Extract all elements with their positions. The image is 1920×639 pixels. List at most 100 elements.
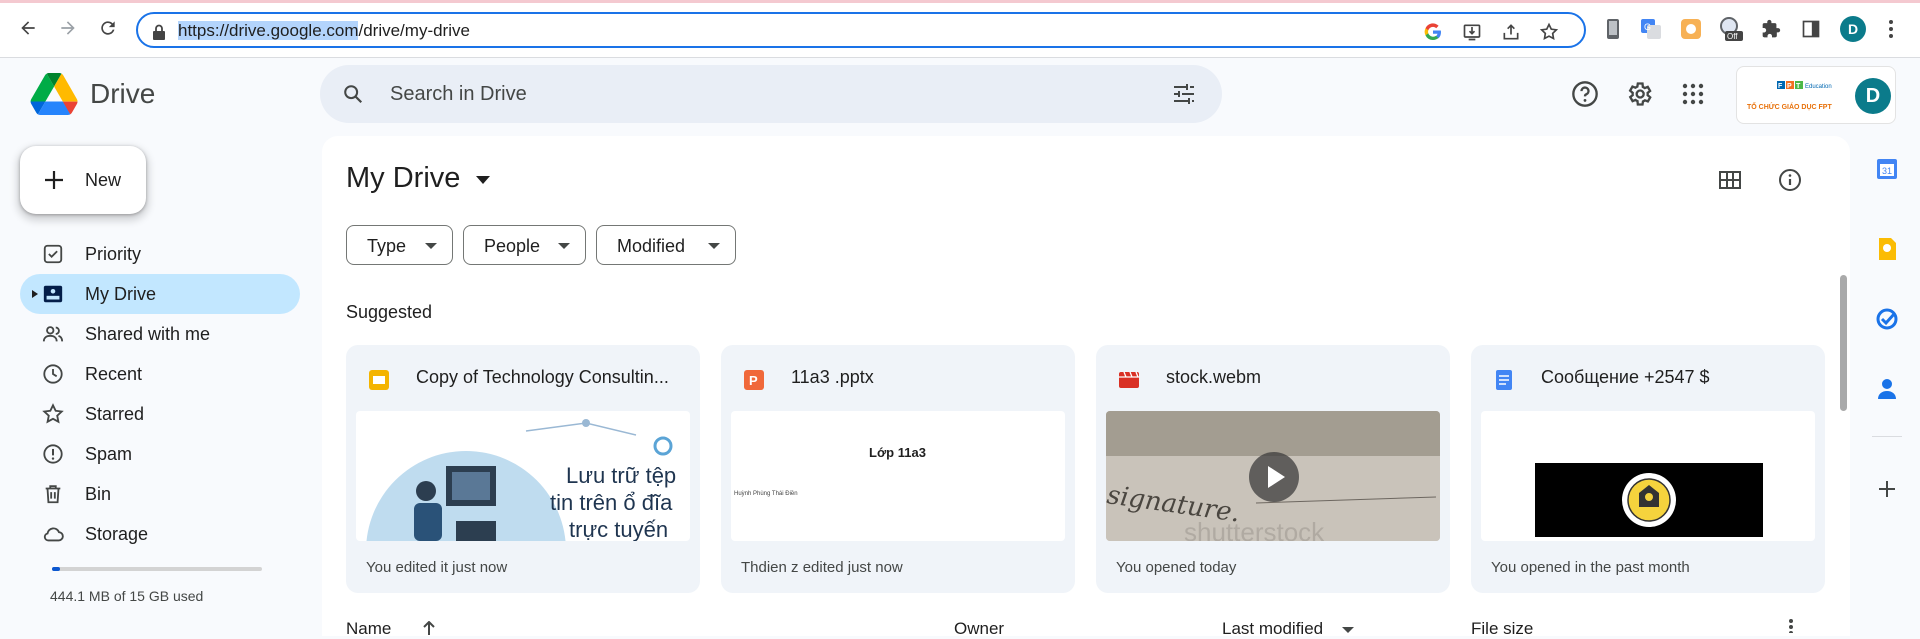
page-title[interactable]: My Drive (346, 162, 460, 195)
settings-gear-icon[interactable] (1623, 78, 1655, 110)
file-thumbnail (1481, 411, 1815, 541)
sidebar-item-starred[interactable]: Starred (20, 394, 300, 434)
sidebar-item-label: Starred (85, 404, 145, 424)
browser-profile-avatar[interactable]: D (1840, 16, 1866, 42)
search-bar[interactable]: Search in Drive (320, 65, 1222, 123)
my-drive-icon (43, 285, 63, 303)
svg-text:P: P (1787, 83, 1792, 90)
suggested-file-card[interactable]: Сообщение +2547 $ You opened in the past… (1471, 345, 1825, 593)
sidebar-item-my-drive[interactable]: My Drive (20, 274, 300, 314)
sidebar-item-priority[interactable]: Priority (20, 234, 300, 274)
browser-toolbar: https://drive.google.com/drive/my-drive … (0, 0, 1920, 58)
storage-progress-bar (52, 567, 262, 571)
svg-text:31: 31 (1882, 166, 1892, 176)
svg-text:G: G (1644, 22, 1651, 32)
sidebar-item-bin[interactable]: Bin (20, 474, 300, 514)
suggested-heading: Suggested (346, 302, 433, 322)
column-name-header[interactable]: Name (346, 619, 391, 639)
keep-icon[interactable] (1874, 236, 1900, 262)
apps-grid-icon[interactable] (1677, 78, 1709, 110)
extension-off-icon[interactable]: Off (1718, 16, 1744, 42)
sidebar-item-storage[interactable]: Storage (20, 514, 300, 554)
svg-text:Huỳnh Phùng Thái Điền: Huỳnh Phùng Thái Điền (734, 491, 798, 497)
new-button[interactable]: New (20, 146, 146, 214)
suggested-file-card[interactable]: Copy of Technology Consultin... Lưu trữ … (346, 345, 700, 593)
svg-text:Lưu trữ tệp: Lưu trữ tệp (566, 463, 676, 488)
bookmark-star-icon[interactable] (1538, 21, 1560, 43)
svg-text:T: T (1796, 83, 1801, 90)
calendar-icon[interactable]: 31 (1874, 156, 1900, 182)
expand-caret-icon[interactable] (32, 290, 38, 298)
tab-strip-edge (0, 0, 1920, 3)
search-icon[interactable] (342, 83, 364, 105)
title-dropdown-icon[interactable] (476, 176, 490, 184)
help-icon[interactable] (1569, 78, 1601, 110)
sidebar-item-recent[interactable]: Recent (20, 354, 300, 394)
extensions-puzzle-icon[interactable] (1758, 16, 1784, 42)
suggested-file-card[interactable]: P 11a3 .pptx Lớp 11a3 Huỳnh Phùng Thái Đ… (721, 345, 1075, 593)
slides-file-icon (368, 369, 390, 391)
add-addon-icon[interactable] (1874, 476, 1900, 502)
plus-icon (42, 168, 66, 192)
address-bar[interactable]: https://drive.google.com/drive/my-drive (136, 12, 1586, 48)
suggested-file-card[interactable]: stock.webm signature. shutterstock You o… (1096, 345, 1450, 593)
drive-logo-icon (30, 73, 78, 115)
back-icon[interactable] (14, 14, 42, 42)
storage-usage-text: 444.1 MB of 15 GB used (50, 588, 204, 604)
file-thumbnail: Lớp 11a3 Huỳnh Phùng Thái Điền (731, 411, 1065, 541)
account-switcher[interactable]: F P T Education TỔ CHỨC GIÁO DỤC FPT D (1736, 66, 1896, 124)
filter-people-chip[interactable]: People (463, 225, 586, 265)
account-avatar[interactable]: D (1855, 78, 1891, 114)
share-icon[interactable] (1500, 21, 1522, 43)
clock-icon (43, 364, 63, 384)
extension-phone-icon[interactable] (1600, 16, 1626, 42)
google-lens-icon[interactable] (1422, 21, 1444, 43)
svg-text:Lớp 11a3: Lớp 11a3 (869, 445, 926, 460)
contacts-icon[interactable] (1874, 376, 1900, 402)
chevron-down-icon[interactable] (1342, 627, 1354, 633)
svg-text:trực tuyến: trực tuyến (569, 517, 668, 541)
reload-icon[interactable] (94, 14, 122, 42)
grid-view-icon[interactable] (1716, 166, 1744, 194)
search-options-icon[interactable] (1172, 83, 1196, 105)
column-file-size-header[interactable]: File size (1471, 619, 1533, 639)
org-name: TỔ CHỨC GIÁO DỤC FPT (1747, 104, 1832, 111)
play-icon[interactable] (1248, 451, 1300, 503)
storage-progress-fill (52, 567, 60, 571)
svg-text:tin trên ổ đĩa: tin trên ổ đĩa (550, 490, 673, 515)
sidebar-item-spam[interactable]: Spam (20, 434, 300, 474)
filter-type-chip[interactable]: Type (346, 225, 453, 265)
cloud-icon (43, 527, 64, 542)
sidebar-item-shared-with-me[interactable]: Shared with me (20, 314, 300, 354)
file-name: Copy of Technology Consultin... (416, 367, 669, 387)
scrollbar[interactable] (1840, 275, 1847, 411)
file-activity: You opened in the past month (1491, 559, 1690, 576)
sort-arrow-up-icon[interactable] (422, 621, 436, 635)
info-icon[interactable] (1776, 166, 1804, 194)
side-panel-icon[interactable] (1798, 16, 1824, 42)
extension-orange-icon[interactable] (1678, 16, 1704, 42)
powerpoint-file-icon: P (743, 369, 765, 391)
side-panel-divider (1872, 436, 1902, 437)
drive-logo[interactable]: Drive (30, 72, 155, 116)
new-button-label: New (85, 170, 122, 190)
bin-icon (45, 485, 61, 504)
docs-file-icon (1493, 369, 1515, 391)
browser-menu-icon[interactable] (1878, 16, 1904, 42)
svg-text:shutterstock: shutterstock (1184, 517, 1325, 541)
google-translate-icon[interactable]: G (1638, 16, 1664, 42)
sidebar-item-label: Shared with me (85, 324, 211, 344)
forward-icon[interactable] (54, 14, 82, 42)
lock-icon[interactable] (148, 21, 170, 43)
url-text[interactable]: https://drive.google.com/drive/my-drive (178, 21, 470, 41)
column-last-modified-header[interactable]: Last modified (1222, 619, 1323, 639)
file-activity: You opened today (1116, 559, 1237, 576)
column-owner-header[interactable]: Owner (954, 619, 1004, 639)
svg-text:F: F (1778, 83, 1783, 90)
filter-modified-chip[interactable]: Modified (596, 225, 736, 265)
svg-text:Off: Off (1727, 32, 1738, 41)
install-app-icon[interactable] (1461, 21, 1483, 43)
video-file-icon (1118, 369, 1140, 391)
search-input[interactable]: Search in Drive (390, 83, 527, 106)
tasks-icon[interactable] (1874, 306, 1900, 332)
